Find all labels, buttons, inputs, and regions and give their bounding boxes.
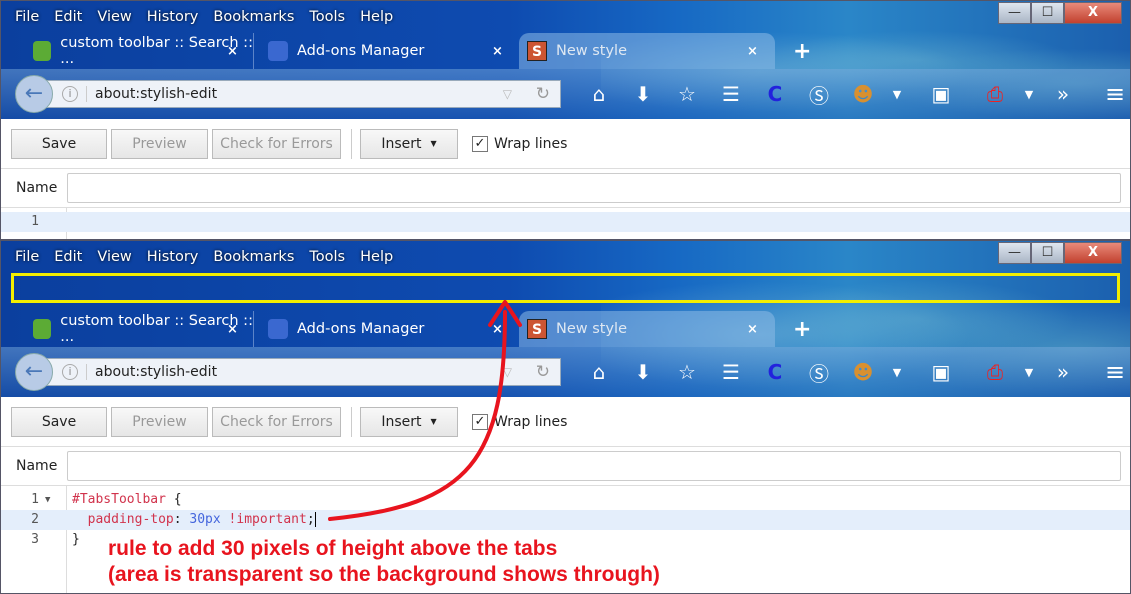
annotation-arrow xyxy=(328,300,522,521)
back-button[interactable]: ← xyxy=(15,75,53,113)
back-button[interactable]: ← xyxy=(15,353,53,391)
